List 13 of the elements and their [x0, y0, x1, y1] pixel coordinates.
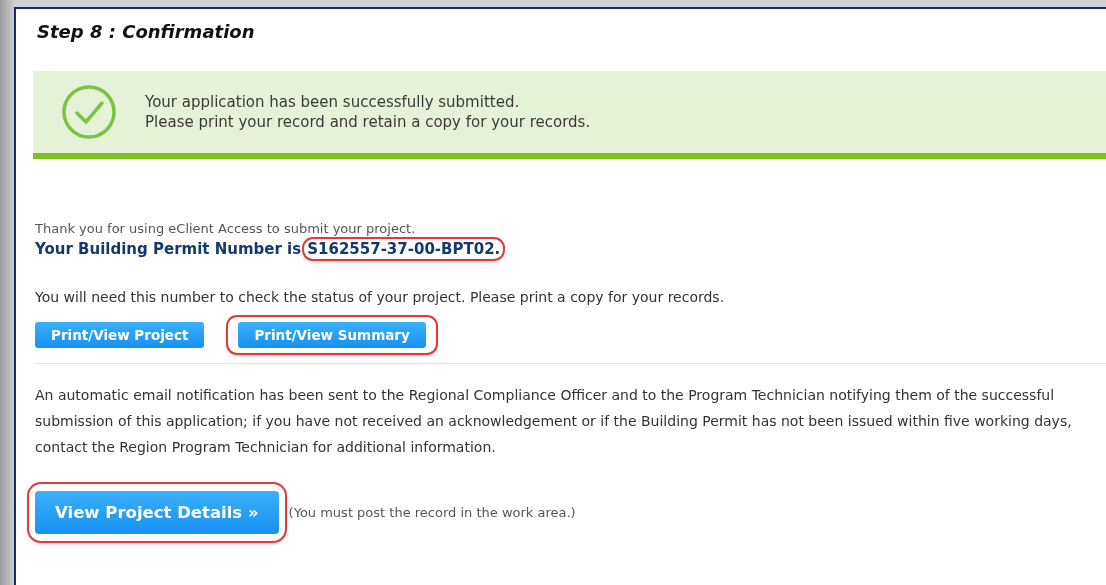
page-heading: Step 8 : Confirmation: [36, 20, 256, 44]
notice-text: You will need this number to check the status of your project. Please print a copy for your records.: [35, 289, 726, 305]
banner-message: Your application has been successfully submitted.: [145, 92, 521, 112]
view-details-button[interactable]: View Project Details »: [35, 491, 279, 534]
details-note: (You must post the record in the work area.): [288, 505, 576, 520]
thank-you-text: Thank you for using eClient Access to submit your project.: [35, 221, 417, 236]
print-button[interactable]: Print/View Project: [35, 322, 205, 348]
permit-number: S162557-37-00-BPT02.: [304, 239, 504, 259]
check-circle-icon: [61, 84, 117, 140]
permit-label: Your Building Permit Number is: [35, 240, 302, 258]
print-button[interactable]: Print/View Summary: [238, 322, 426, 348]
email-notice-text: An automatic email notification has been sent to the Regional Compliance Officer and to the Program Technician notifying them of the successful submission of this application; if you have not received an acknowledgement or if the Building Permit has not been issued within five working days, contact the Region Program Technician for additional information.: [35, 386, 1073, 457]
banner-message: Please print your record and retain a copy for your records.: [145, 112, 591, 132]
